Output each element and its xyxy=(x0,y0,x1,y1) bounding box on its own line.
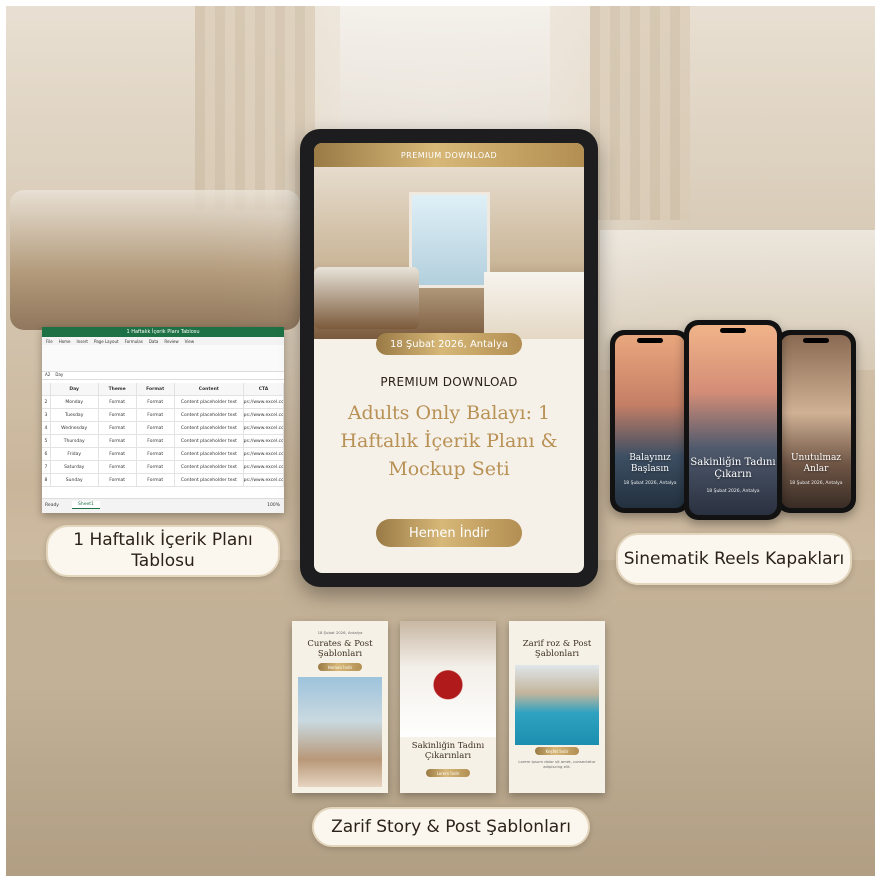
image-border xyxy=(0,0,881,882)
